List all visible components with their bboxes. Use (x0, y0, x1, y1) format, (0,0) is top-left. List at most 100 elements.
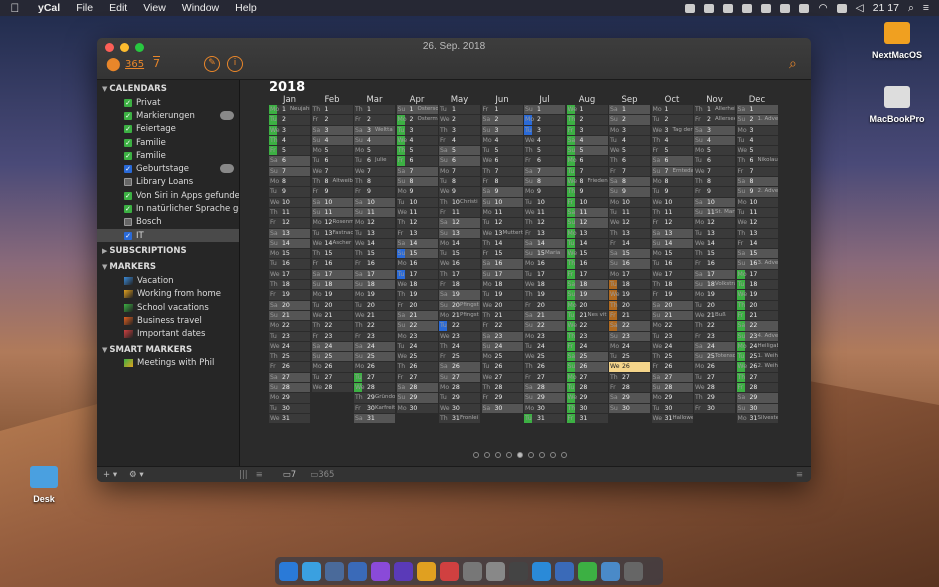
menu-icon[interactable]: ≡ (796, 470, 803, 480)
day-cell[interactable]: Fr 17 (566, 269, 608, 281)
day-cell[interactable]: We 28 (354, 383, 395, 394)
checkbox[interactable]: ✓ (124, 191, 132, 200)
day-cell[interactable]: Tu 7 (566, 166, 608, 178)
day-cell[interactable]: Sa 17 (694, 269, 735, 281)
day-cell[interactable]: Su 16 (609, 259, 650, 270)
event-label[interactable]: Ascher (333, 239, 352, 248)
day-cell[interactable]: Tu 20 (354, 300, 395, 311)
day-cell[interactable]: Fr 6 (524, 156, 565, 167)
year-count[interactable]: ▭365 (310, 470, 334, 480)
day-cell[interactable]: Mo 7 (439, 166, 480, 178)
day-cell[interactable]: Su 4 (694, 135, 735, 147)
day-cell[interactable]: Th 20 (609, 300, 650, 311)
day-cell[interactable]: Tu 19 (481, 290, 523, 301)
month-name[interactable]: Sep (609, 95, 650, 105)
day-cell[interactable]: Sa 17 (311, 269, 353, 281)
event-label[interactable]: Ostermontag (418, 115, 438, 124)
day-cell[interactable]: Su 13 (439, 228, 480, 239)
day-cell[interactable]: Th 15 (354, 249, 395, 260)
event-label[interactable]: Julie (375, 156, 387, 165)
day-cell[interactable]: Su 11 St. Mart (694, 207, 735, 219)
page-dot[interactable] (506, 452, 512, 458)
day-cell[interactable]: Th 11 (651, 207, 693, 219)
status-icon[interactable] (723, 3, 734, 13)
day-cell[interactable]: Su 21 (651, 310, 693, 322)
page-dot[interactable] (473, 452, 479, 458)
day-cell[interactable]: We 22 (566, 321, 608, 332)
month-name[interactable]: Jun (482, 95, 523, 105)
day-cell[interactable]: Th 25 (269, 352, 310, 363)
day-cell[interactable]: Sa 18 (566, 280, 608, 291)
day-cell[interactable]: Th 22 (311, 321, 353, 332)
event-label[interactable]: Christi (460, 198, 478, 207)
day-cell[interactable]: Th 10 Christi (439, 197, 480, 208)
event-label[interactable]: 4. Advent (758, 332, 778, 341)
day-cell[interactable]: Fr 23 (311, 331, 353, 342)
day-cell[interactable]: Mo 5 (311, 146, 353, 157)
day-cell[interactable]: We 18 (396, 280, 438, 291)
day-cell[interactable]: Sa 20 (269, 300, 310, 311)
day-cell[interactable]: Fr 7 (736, 166, 778, 178)
day-cell[interactable]: Th 31 Fronlei (439, 413, 480, 425)
marker-item[interactable]: Business travel (97, 314, 239, 327)
day-cell[interactable]: Fr 3 (566, 125, 608, 136)
event-label[interactable]: Pfingst (460, 301, 479, 310)
day-cell[interactable]: Fr 20 (396, 300, 438, 311)
day-cell[interactable]: Tu 26 (481, 362, 523, 373)
month-name[interactable]: Feb (312, 95, 353, 105)
day-cell[interactable]: Sa 15 (609, 249, 650, 260)
checkbox[interactable] (124, 218, 132, 227)
day-cell[interactable]: Tu 27 (694, 372, 735, 384)
day-cell[interactable]: We 28 (694, 383, 735, 394)
checkbox[interactable]: ✓ (124, 98, 132, 107)
event-label[interactable]: 2. Weih (758, 362, 778, 371)
day-cell[interactable]: Tu 9 (269, 187, 310, 198)
event-label[interactable]: Fastnac (333, 229, 353, 238)
day-cell[interactable]: Fr 2 (311, 115, 353, 126)
day-cell[interactable]: We 11 (396, 207, 438, 219)
day-cell[interactable]: Su 15 Maria (524, 249, 565, 260)
day-cell[interactable]: Sa 15 (736, 249, 778, 260)
day-cell[interactable]: Su 22 (524, 321, 565, 332)
day-cell[interactable]: Fr 30 Karfreit (354, 403, 395, 414)
preview-icon[interactable] (325, 561, 344, 581)
day-cell[interactable]: We 11 (524, 207, 565, 219)
calendar-item[interactable]: ✓ Feiertage (97, 123, 239, 136)
day-cell[interactable]: Sa 14 (524, 238, 565, 250)
week-view-button[interactable]: 7 (153, 57, 160, 70)
menu-list-icon[interactable]: ≡ (923, 2, 929, 14)
day-cell[interactable]: We 19 (609, 290, 650, 301)
day-cell[interactable]: Su163. Advent (736, 259, 778, 270)
day-cell[interactable]: Mo 18 (481, 280, 523, 291)
day-cell[interactable]: Fr 28 (736, 383, 778, 394)
month-name[interactable]: Jul (524, 95, 565, 105)
day-cell[interactable]: Fr 10 (566, 197, 608, 208)
day-cell[interactable]: We 5 (609, 146, 650, 157)
day-cell[interactable]: Mo 12 Rosenm (311, 218, 353, 229)
day-cell[interactable]: Tu 17 (524, 269, 565, 281)
day-cell[interactable]: Su2 1. Advent (736, 115, 778, 126)
day-cell[interactable]: Sa 24 (354, 341, 395, 353)
event-label[interactable]: Erntedan (673, 167, 693, 176)
day-cell[interactable]: We 31 (269, 413, 310, 425)
day-cell[interactable]: Fr 2 (354, 115, 395, 126)
day-cell[interactable]: We 17 (651, 269, 693, 281)
day-cell[interactable]: Su 19 (566, 290, 608, 301)
day-cell[interactable]: We8 Friedensf (566, 177, 608, 188)
day-cell[interactable]: Tu 10 (524, 197, 565, 208)
day-cell[interactable]: Fr 27 (396, 372, 438, 384)
day-cell[interactable]: We 29 (566, 393, 608, 404)
day-cell[interactable]: Su 2 (609, 115, 650, 126)
day-cell[interactable]: Mo 26 (354, 362, 395, 373)
day-cell[interactable]: Mo 22 (269, 321, 310, 332)
settings-button[interactable]: ⚙ ▾ (129, 470, 153, 480)
day-cell[interactable]: Su 4 (311, 135, 353, 147)
page-dot[interactable] (528, 452, 534, 458)
day-cell[interactable]: Tu 25 1. Weih (736, 352, 778, 363)
day-cell[interactable]: Tu 6 (311, 156, 353, 167)
day-cell[interactable]: Mo24Heiligab (736, 341, 778, 353)
day-cell[interactable]: Sa 7 (396, 166, 438, 178)
menu-file[interactable]: File (68, 2, 101, 14)
day-cell[interactable]: We 26 (609, 362, 650, 373)
event-label[interactable]: Heiligab (758, 342, 778, 351)
